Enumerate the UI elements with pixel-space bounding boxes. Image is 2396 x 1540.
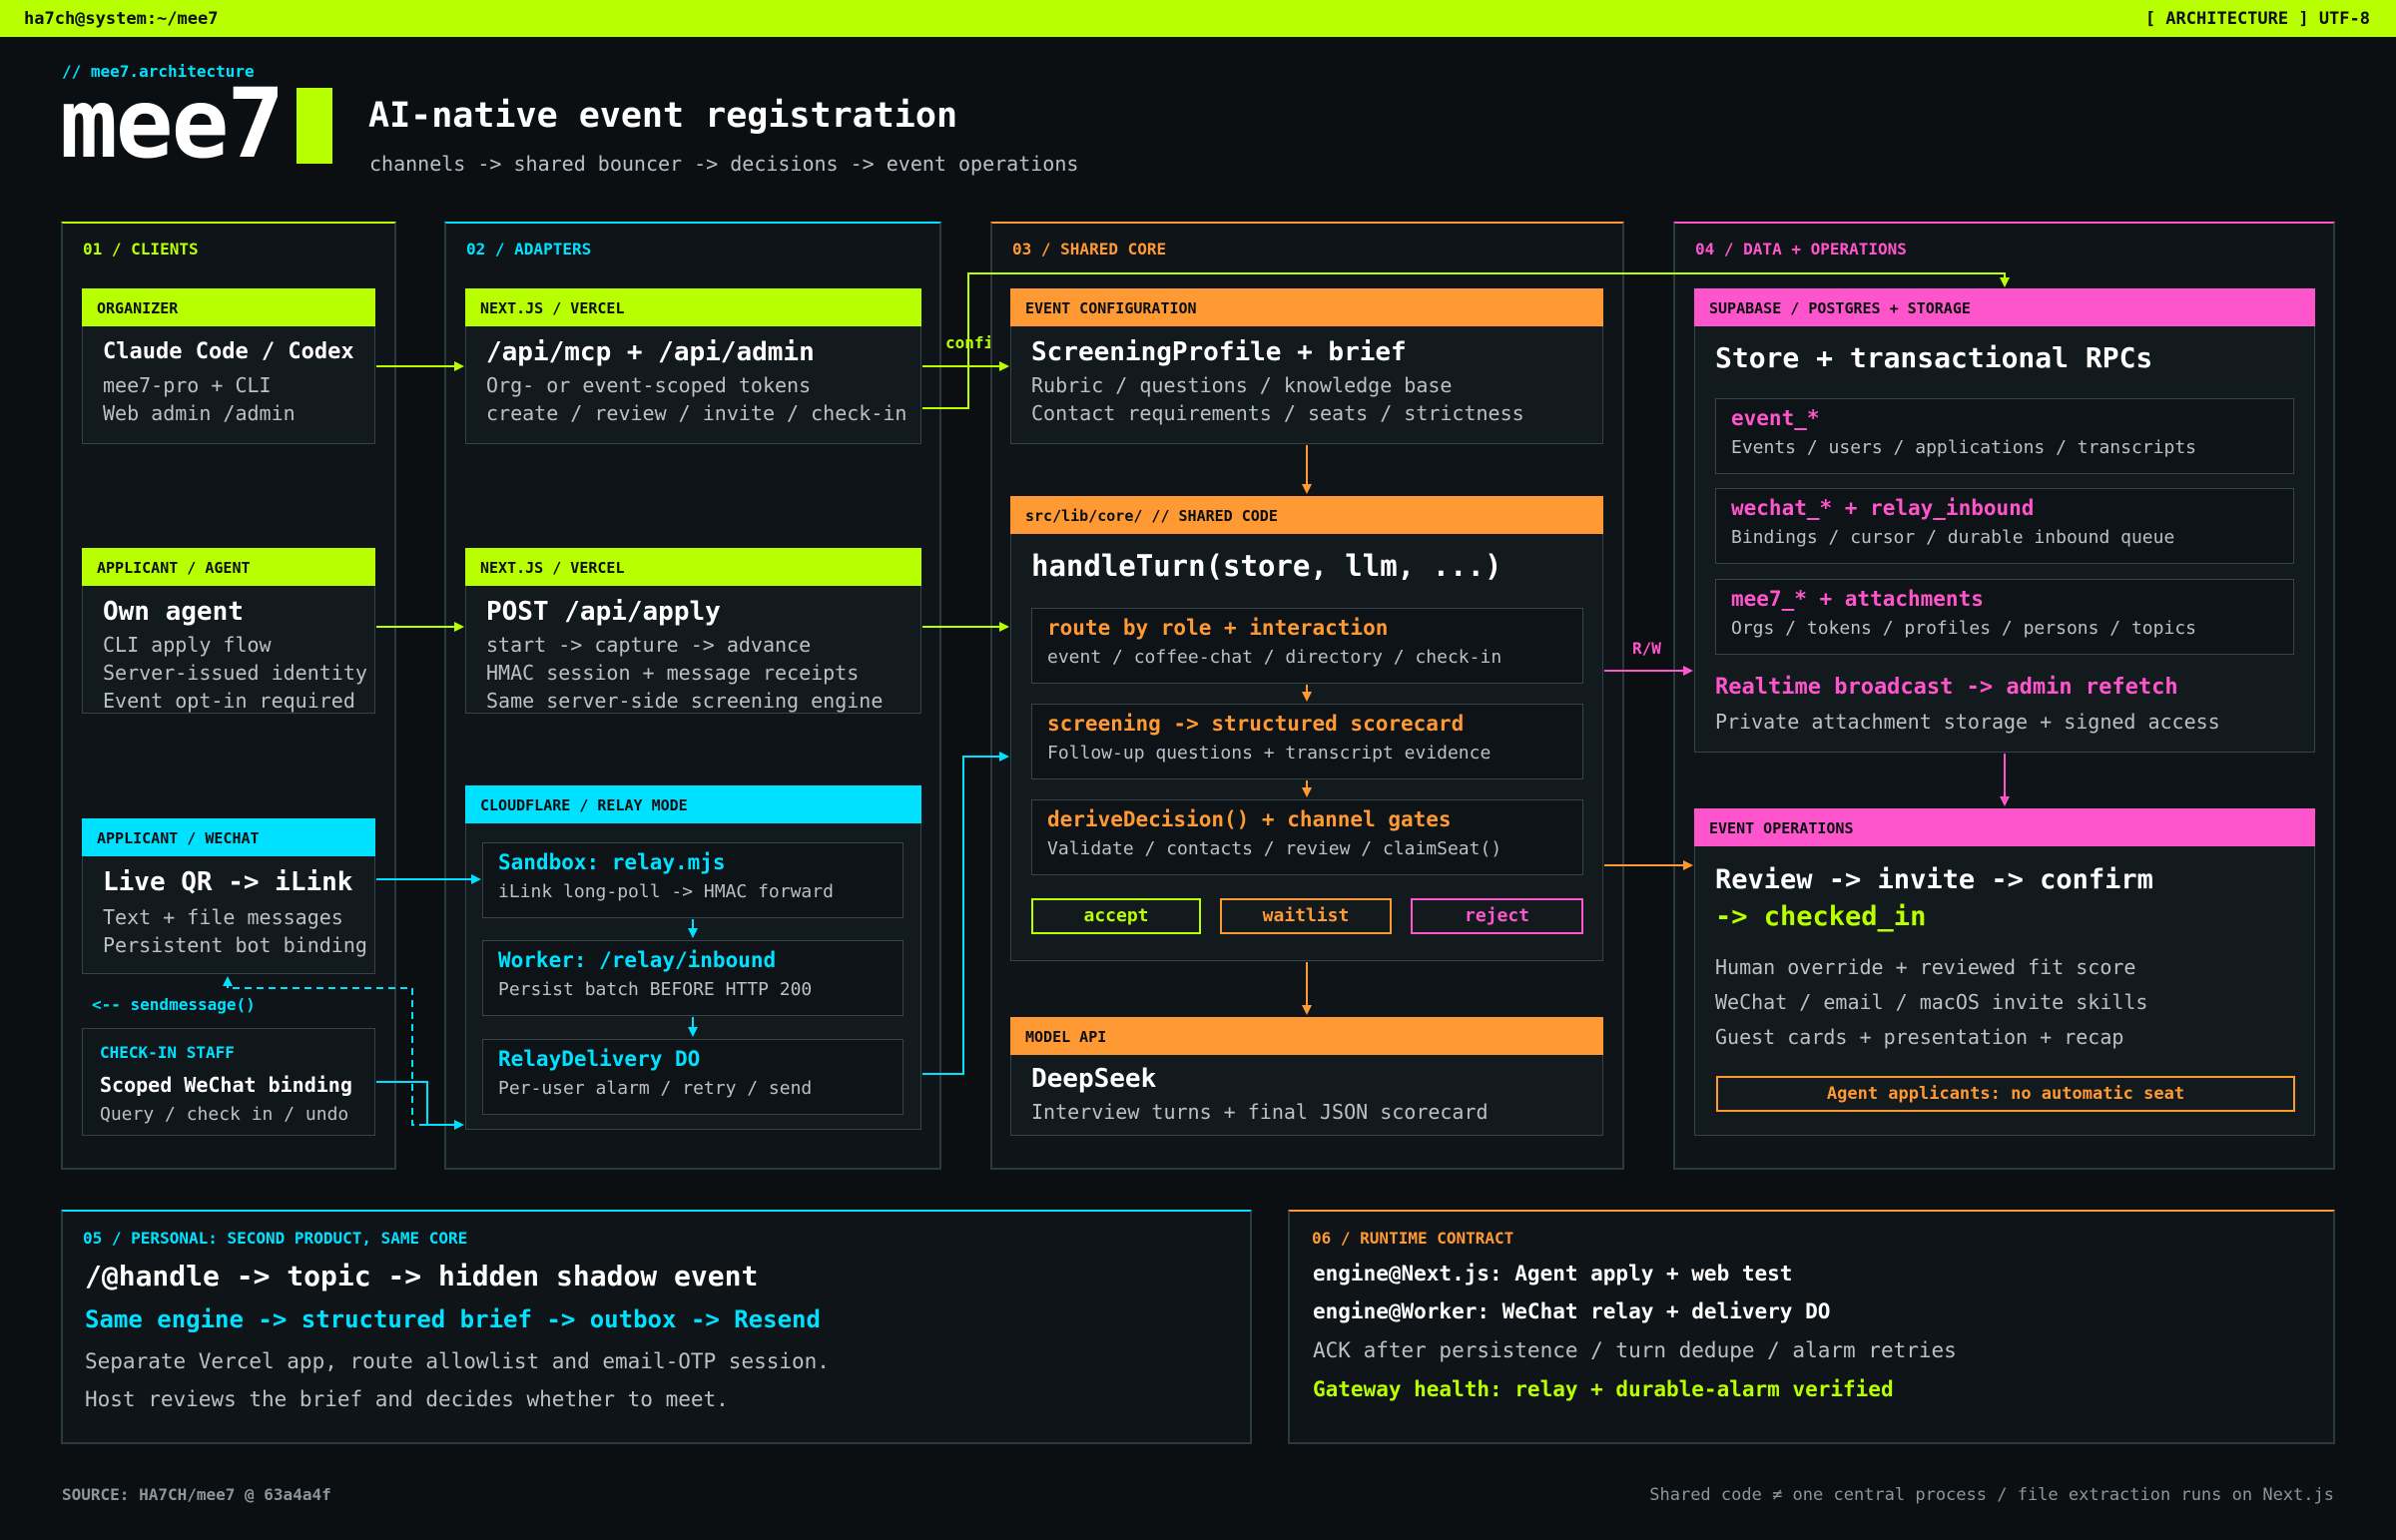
connector-layer <box>223 272 2010 1130</box>
arrow-staff-to-relay <box>376 1081 464 1130</box>
arrow-mcp-to-store <box>922 272 2010 409</box>
arrow-delivery-to-core <box>922 752 1009 1075</box>
